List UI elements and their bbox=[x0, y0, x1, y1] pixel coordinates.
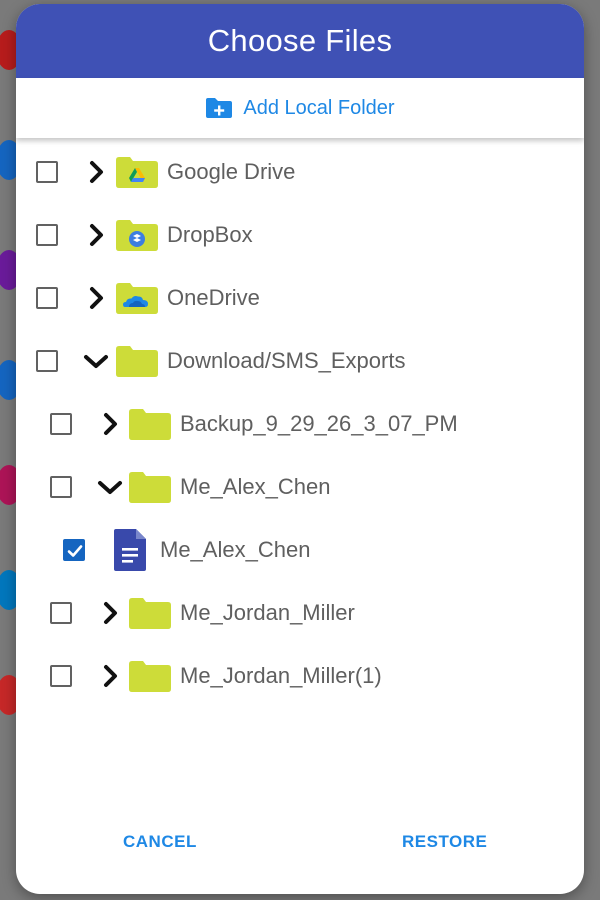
folder-icon bbox=[129, 597, 171, 629]
tree-row-label: Me_Alex_Chen bbox=[160, 537, 311, 562]
tree-row[interactable]: DropBox bbox=[16, 204, 584, 267]
document-icon bbox=[114, 529, 146, 571]
tree-row[interactable]: Google Drive bbox=[16, 141, 584, 204]
tree-row-label: Me_Jordan_Miller(1) bbox=[180, 663, 382, 688]
onedrive-folder-icon bbox=[116, 282, 158, 314]
dialog-header: Choose Files bbox=[16, 4, 584, 78]
folder-icon bbox=[129, 660, 171, 692]
tree-row[interactable]: Me_Alex_Chen bbox=[16, 456, 584, 519]
tree-row-label: Me_Jordan_Miller bbox=[180, 600, 355, 625]
chevron-down-icon[interactable] bbox=[97, 474, 123, 500]
tree-row[interactable]: Backup_9_29_26_3_07_PM bbox=[16, 393, 584, 456]
add-folder-icon bbox=[206, 98, 233, 118]
chevron-right-icon[interactable] bbox=[83, 159, 109, 185]
tree-row[interactable]: Me_Jordan_Miller bbox=[16, 582, 584, 645]
dropbox-folder-icon bbox=[116, 219, 158, 251]
folder-icon bbox=[129, 471, 171, 503]
chevron-down-icon[interactable] bbox=[83, 348, 109, 374]
tree-row-label: DropBox bbox=[167, 222, 253, 247]
chevron-right-icon[interactable] bbox=[83, 222, 109, 248]
add-local-folder-label: Add Local Folder bbox=[243, 96, 395, 119]
checkbox[interactable] bbox=[36, 287, 58, 309]
folder-icon bbox=[116, 345, 158, 377]
tree-row[interactable]: Me_Alex_Chen bbox=[16, 519, 584, 582]
restore-button[interactable]: RESTORE bbox=[394, 828, 495, 856]
checkbox-checked[interactable] bbox=[63, 539, 85, 561]
chevron-right-icon[interactable] bbox=[97, 663, 123, 689]
tree-row[interactable]: Download/SMS_Exports bbox=[16, 330, 584, 393]
choose-files-dialog: Choose Files Add Local Folder Google Dri… bbox=[16, 4, 584, 894]
tree-row-label: Download/SMS_Exports bbox=[167, 348, 406, 373]
tree-row[interactable]: OneDrive bbox=[16, 267, 584, 330]
checkbox[interactable] bbox=[50, 413, 72, 435]
chevron-right-icon[interactable] bbox=[97, 600, 123, 626]
checkbox[interactable] bbox=[36, 350, 58, 372]
cancel-button[interactable]: CANCEL bbox=[115, 828, 205, 856]
google-drive-folder-icon bbox=[116, 156, 158, 188]
checkbox[interactable] bbox=[50, 476, 72, 498]
checkbox[interactable] bbox=[50, 602, 72, 624]
checkbox[interactable] bbox=[50, 665, 72, 687]
tree-row-label: OneDrive bbox=[167, 285, 260, 310]
dialog-title: Choose Files bbox=[207, 23, 393, 58]
chevron-right-icon[interactable] bbox=[97, 411, 123, 437]
tree-row-label: Backup_9_29_26_3_07_PM bbox=[180, 411, 458, 436]
chevron-right-icon[interactable] bbox=[83, 285, 109, 311]
folder-icon bbox=[129, 408, 171, 440]
tree-row-label: Me_Alex_Chen bbox=[180, 474, 331, 499]
tree-row[interactable]: Me_Jordan_Miller(1) bbox=[16, 645, 584, 708]
checkbox[interactable] bbox=[36, 161, 58, 183]
tree-row-label: Google Drive bbox=[167, 159, 296, 184]
checkbox[interactable] bbox=[36, 224, 58, 246]
dialog-footer: CANCEL RESTORE bbox=[16, 794, 584, 894]
add-local-folder-button[interactable]: Add Local Folder bbox=[16, 78, 584, 138]
